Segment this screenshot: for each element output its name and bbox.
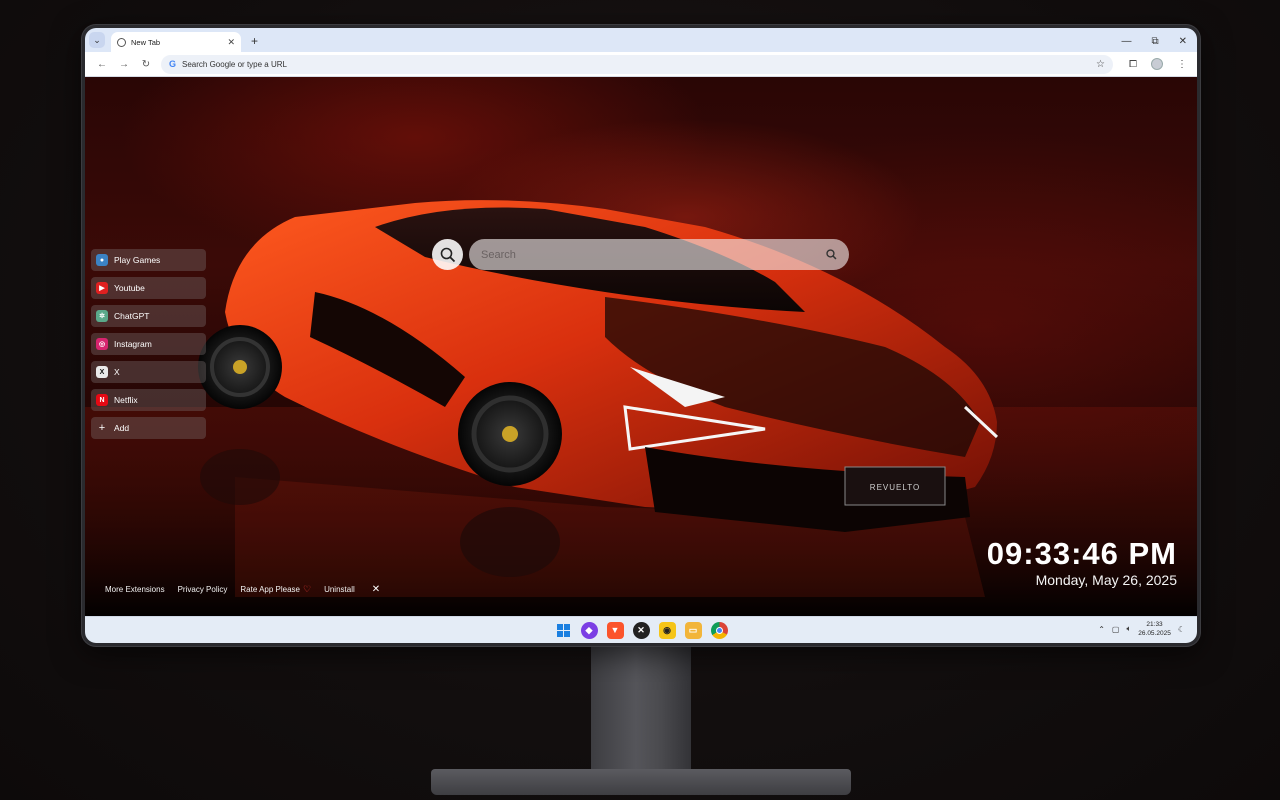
back-icon[interactable]: ← xyxy=(91,59,113,70)
chrome-icon[interactable] xyxy=(710,621,728,639)
tray-date: 26.05.2025 xyxy=(1138,630,1171,637)
game-app-icon[interactable]: ◉ xyxy=(658,621,676,639)
start-icon[interactable] xyxy=(555,622,572,639)
windows-taskbar: ◆ ▼ ✕ ◉ ▭ ⌃ ▢ 🔈︎ 21:33 26.05.2025 ☾ xyxy=(85,616,1197,643)
shortcut-label: Instagram xyxy=(114,339,152,349)
shortcut-list: ● Play Games ▶ Youtube ✲ ChatGPT ◎ Insta… xyxy=(91,249,206,439)
shortcut-label: Netflix xyxy=(114,395,138,405)
search-submit-icon[interactable] xyxy=(826,249,837,260)
shortcut-label: Play Games xyxy=(114,255,161,265)
heart-icon: ♡ xyxy=(303,584,312,594)
license-plate-text: REVUELTO xyxy=(870,483,920,492)
forward-icon[interactable]: → xyxy=(113,59,135,70)
window-controls: — ⧉ ✕ xyxy=(1121,36,1197,52)
system-tray: ⌃ ▢ 🔈︎ 21:33 26.05.2025 ☾ xyxy=(1098,620,1185,638)
shortcut-play-games[interactable]: ● Play Games xyxy=(91,249,206,271)
tab-title: New Tab xyxy=(131,37,161,47)
chatgpt-icon: ✲ xyxy=(96,310,108,322)
taskbar-apps: ◆ ▼ ✕ ◉ ▭ xyxy=(555,621,728,639)
google-icon: G xyxy=(169,59,177,69)
address-bar[interactable]: G Search Google or type a URL ☆ xyxy=(161,54,1113,74)
instagram-icon: ◎ xyxy=(96,338,108,350)
uninstall-link[interactable]: Uninstall xyxy=(324,585,355,594)
monitor-stand-neck xyxy=(591,646,691,779)
toolbar-actions: ⧠ ⋮ xyxy=(1113,58,1191,70)
bookmark-star-icon[interactable]: ☆ xyxy=(1096,59,1105,70)
close-icon[interactable]: ✕ xyxy=(227,37,235,48)
search-engine-button[interactable] xyxy=(432,239,463,270)
address-placeholder: Search Google or type a URL xyxy=(182,59,287,69)
shortcut-chatgpt[interactable]: ✲ ChatGPT xyxy=(91,305,206,327)
tray-clock[interactable]: 21:33 26.05.2025 xyxy=(1138,620,1171,638)
more-extensions-link[interactable]: More Extensions xyxy=(105,585,165,594)
search-input[interactable] xyxy=(481,248,826,261)
shortcut-label: Youtube xyxy=(114,283,145,293)
app-purple-icon[interactable]: ◆ xyxy=(580,621,598,639)
network-icon[interactable]: ▢ xyxy=(1112,625,1120,634)
close-window-icon[interactable]: ✕ xyxy=(1179,36,1187,47)
shortcut-label: X xyxy=(114,367,120,377)
x-icon: X xyxy=(96,366,108,378)
shortcut-netflix[interactable]: N Netflix xyxy=(91,389,206,411)
shortcut-label: ChatGPT xyxy=(114,311,150,321)
shortcut-x[interactable]: X X xyxy=(91,361,206,383)
reload-icon[interactable]: ↻ xyxy=(135,59,157,70)
tab-new-tab[interactable]: New Tab ✕ xyxy=(111,32,241,52)
globe-icon xyxy=(117,37,126,47)
monitor: ⌄ New Tab ✕ + — ⧉ ✕ ← → ↻ G Search Googl… xyxy=(82,25,1200,646)
screen: ⌄ New Tab ✕ + — ⧉ ✕ ← → ↻ G Search Googl… xyxy=(85,28,1197,643)
search-area xyxy=(432,239,849,270)
shortcut-label: Add xyxy=(114,423,130,433)
chevron-up-icon[interactable]: ⌃ xyxy=(1098,625,1105,634)
search-bar xyxy=(469,239,849,270)
folder-icon[interactable]: ▭ xyxy=(684,621,702,639)
rate-app-label: Rate App Please xyxy=(240,585,300,594)
search-icon xyxy=(440,247,455,262)
moon-icon[interactable]: ☾ xyxy=(1178,625,1185,634)
new-tab-button[interactable]: + xyxy=(251,34,258,48)
shortcut-youtube[interactable]: ▶ Youtube xyxy=(91,277,206,299)
tray-time: 21:33 xyxy=(1146,621,1163,628)
minimize-icon[interactable]: — xyxy=(1121,36,1131,47)
new-tab-page: REVUELTO Search ● Play Games ▶ Youtube ✲… xyxy=(85,77,1197,616)
browser-toolbar: ← → ↻ G Search Google or type a URL ☆ ⧠ … xyxy=(85,52,1197,77)
youtube-icon: ▶ xyxy=(96,282,108,294)
games-icon: ● xyxy=(96,254,108,266)
volume-icon[interactable]: 🔈︎ xyxy=(1126,624,1131,634)
shortcut-add[interactable]: + Add xyxy=(91,417,206,439)
brave-icon[interactable]: ▼ xyxy=(606,621,624,639)
clock-date: Monday, May 26, 2025 xyxy=(1035,572,1177,588)
footer-links: More Extensions Privacy Policy Rate App … xyxy=(105,584,380,595)
tab-search-button[interactable]: ⌄ xyxy=(89,32,105,48)
rate-app-link[interactable]: Rate App Please ♡ xyxy=(240,584,311,595)
xbox-icon[interactable]: ✕ xyxy=(632,621,650,639)
privacy-policy-link[interactable]: Privacy Policy xyxy=(178,585,228,594)
plus-icon: + xyxy=(98,422,106,434)
shortcut-instagram[interactable]: ◎ Instagram xyxy=(91,333,206,355)
monitor-stand-base xyxy=(431,769,851,795)
restore-icon[interactable]: ⧉ xyxy=(1151,36,1158,47)
netflix-icon: N xyxy=(96,394,108,406)
clock-time: 09:33:46 PM xyxy=(986,536,1177,571)
menu-kebab-icon[interactable]: ⋮ xyxy=(1177,59,1187,70)
profile-icon[interactable] xyxy=(1151,58,1163,70)
clock-widget: 09:33:46 PM Monday, May 26, 2025 xyxy=(987,537,1177,589)
close-footer-icon[interactable]: ✕ xyxy=(372,584,380,595)
tab-strip: ⌄ New Tab ✕ + — ⧉ ✕ xyxy=(85,28,1197,52)
extensions-icon[interactable]: ⧠ xyxy=(1129,59,1137,70)
